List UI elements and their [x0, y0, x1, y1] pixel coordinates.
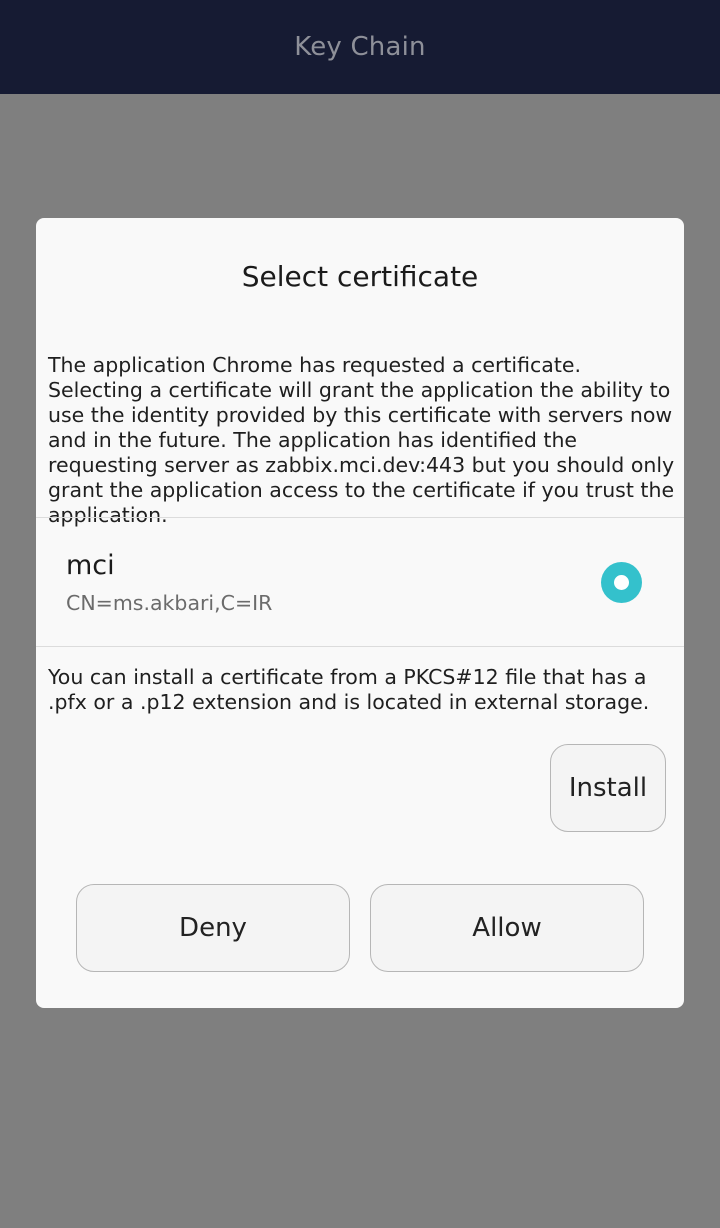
app-bar: Key Chain — [0, 0, 720, 94]
radio-dot — [614, 575, 629, 590]
install-info-text: You can install a certificate from a PKC… — [48, 665, 650, 714]
allow-button[interactable]: Allow — [370, 884, 644, 972]
certificate-list-item[interactable]: mci CN=ms.akbari,C=IR — [36, 518, 684, 646]
dialog-title: Select certificate — [241, 260, 479, 293]
app-bar-title: Key Chain — [294, 32, 426, 62]
install-button[interactable]: Install — [550, 744, 666, 832]
deny-button[interactable]: Deny — [76, 884, 350, 972]
divider-bottom — [36, 646, 684, 647]
certificate-name: mci — [66, 550, 115, 581]
certificate-subject: CN=ms.akbari,C=IR — [66, 591, 273, 615]
radio-selected-icon[interactable] — [601, 562, 642, 603]
dialog-message: The application Chrome has requested a c… — [48, 353, 675, 527]
